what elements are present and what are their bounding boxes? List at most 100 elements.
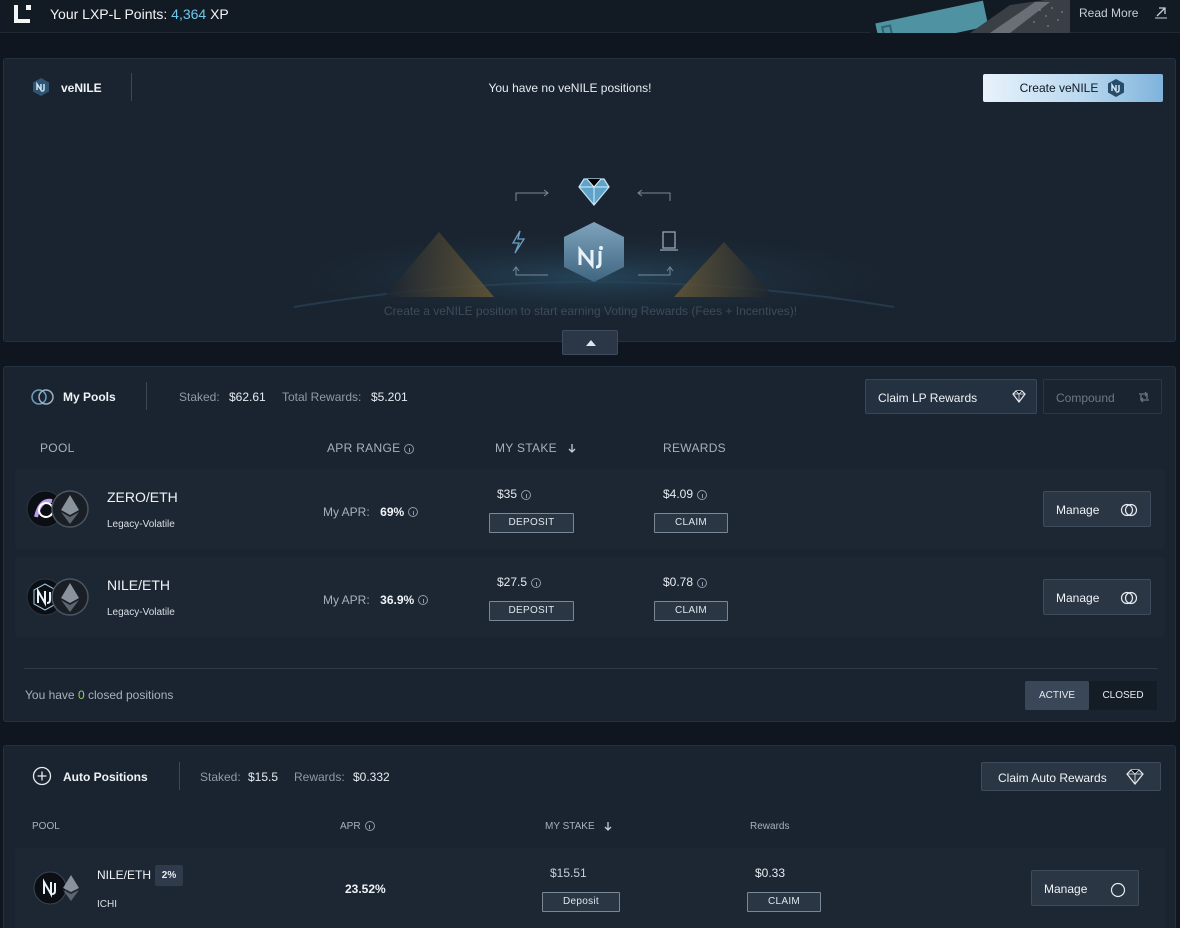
apr-value: 36.9%	[380, 593, 415, 607]
points-unit: XP	[210, 6, 229, 22]
rewards-value: $4.09	[663, 487, 694, 501]
points-value: 4,364	[171, 6, 207, 22]
venile-hint-text: Create a veNILE position to start earnin…	[383, 304, 798, 318]
manage-button[interactable]: Manage	[1031, 870, 1139, 906]
info-icon[interactable]	[697, 489, 708, 500]
manage-button[interactable]: Manage	[1043, 579, 1151, 615]
claim-button[interactable]: CLAIM	[654, 601, 728, 621]
claim-button[interactable]: CLAIM	[654, 513, 728, 533]
read-more-link[interactable]: Read More	[1079, 6, 1138, 20]
pool-name[interactable]: NILE/ETH	[107, 577, 170, 593]
toggle-circles-icon	[30, 388, 56, 406]
auto-rewards-label: Rewards:	[294, 770, 345, 784]
compound-button[interactable]: Compound	[1043, 379, 1162, 414]
manage-label: Manage	[1044, 882, 1088, 896]
closed-prefix: You have	[25, 688, 75, 702]
diamond-icon	[578, 178, 610, 207]
linea-lxp-banner-icon	[870, 0, 1070, 33]
column-my-stake[interactable]: MY STAKE	[545, 821, 613, 832]
auto-staked-value: $15.5	[248, 770, 279, 784]
provider-label: ICHI	[97, 899, 117, 910]
apr-cell: My APR: 69%	[323, 503, 419, 521]
column-apr: APR	[340, 821, 375, 832]
stake-value: $15.51	[550, 866, 587, 880]
pool-name[interactable]: NILE/ETH	[97, 868, 151, 882]
venile-illustration	[254, 117, 934, 317]
info-icon[interactable]	[364, 821, 375, 832]
top-bar: Your LXP-L Points: 4,364 XP Read More	[0, 0, 1180, 33]
staked-label: Staked:	[179, 390, 220, 404]
divider	[146, 382, 147, 410]
deposit-button[interactable]: Deposit	[542, 892, 620, 912]
claim-lp-rewards-button[interactable]: Claim LP Rewards	[865, 379, 1037, 414]
column-rewards: REWARDS	[663, 441, 726, 455]
linea-logo-icon[interactable]	[12, 3, 34, 25]
divider	[24, 668, 1158, 669]
nile-badge-icon	[1106, 78, 1126, 98]
stake-cell: $35	[497, 487, 532, 501]
sort-down-arrow-icon	[604, 822, 612, 831]
my-pools-card: My Pools Staked: $62.61 Total Rewards: $…	[3, 366, 1176, 722]
compound-label: Compound	[1056, 391, 1115, 405]
tab-closed[interactable]: CLOSED	[1089, 681, 1157, 710]
chevron-up-icon	[586, 340, 596, 346]
pool-type: Legacy-Volatile	[107, 607, 175, 618]
rewards-value: $0.33	[755, 866, 786, 880]
venile-card: veNILE You have no veNILE positions! Cre…	[3, 58, 1176, 342]
info-icon[interactable]	[521, 489, 532, 500]
info-icon[interactable]	[697, 577, 708, 588]
auto-staked-label: Staked:	[200, 770, 241, 784]
info-icon[interactable]	[418, 594, 429, 605]
column-my-stake[interactable]: MY STAKE	[495, 441, 577, 455]
stake-value: $35	[497, 487, 518, 501]
diamond-icon	[1012, 390, 1026, 403]
column-my-stake-label: MY STAKE	[545, 821, 595, 833]
column-apr-range: APR RANGE	[327, 441, 415, 455]
info-icon[interactable]	[404, 443, 415, 454]
column-pool: POOL	[32, 821, 60, 832]
table-row: ZERO/ETH Legacy-Volatile My APR: 69% $35…	[15, 469, 1165, 549]
manage-button[interactable]: Manage	[1043, 491, 1151, 527]
column-apr-range-label: APR RANGE	[327, 441, 401, 455]
collapse-button[interactable]	[562, 330, 618, 355]
apr-label: My APR:	[323, 593, 370, 607]
deposit-button[interactable]: DEPOSIT	[489, 601, 574, 621]
claim-auto-rewards-button[interactable]: Claim Auto Rewards	[981, 762, 1161, 791]
points-label: Your LXP-L Points:	[50, 6, 168, 22]
external-arrow-icon[interactable]	[1154, 5, 1168, 19]
divider	[179, 762, 180, 790]
pair-token-icons	[26, 577, 96, 617]
column-pool: POOL	[40, 441, 75, 455]
plus-circle-icon[interactable]	[32, 766, 52, 786]
apr-value: 69%	[380, 505, 405, 519]
stake-value: $27.5	[497, 575, 528, 589]
auto-positions-title: Auto Positions	[63, 770, 148, 784]
deposit-button[interactable]: DEPOSIT	[489, 513, 574, 533]
closed-count: 0	[77, 688, 85, 702]
rewards-value: $0.78	[663, 575, 694, 589]
refresh-square-icon	[1139, 391, 1149, 403]
closed-positions-text: You have 0 closed positions	[25, 688, 173, 702]
create-venile-button[interactable]: Create veNILE	[983, 74, 1163, 102]
apr-label: My APR:	[323, 505, 370, 519]
apr-value: 23.52%	[345, 882, 386, 896]
diamond-icon	[1126, 769, 1144, 785]
auto-rewards-value: $0.332	[353, 770, 390, 784]
total-rewards-label: Total Rewards:	[282, 390, 362, 404]
info-icon[interactable]	[408, 506, 419, 517]
total-rewards-value: $5.201	[371, 390, 408, 404]
rewards-cell: $0.78	[663, 575, 708, 589]
info-icon[interactable]	[531, 577, 542, 588]
fee-badge: 2%	[155, 865, 183, 886]
claim-lp-label: Claim LP Rewards	[878, 391, 978, 405]
circle-icon	[1110, 882, 1126, 898]
lxp-points-label: Your LXP-L Points: 4,364 XP	[50, 6, 229, 22]
pair-token-icons	[26, 489, 96, 529]
venile-empty-message: You have no veNILE positions!	[488, 81, 652, 95]
claim-button[interactable]: CLAIM	[747, 892, 821, 912]
pool-name[interactable]: ZERO/ETH	[107, 489, 178, 505]
column-my-stake-label: MY STAKE	[495, 441, 557, 455]
manage-label: Manage	[1056, 591, 1100, 605]
tab-active[interactable]: ACTIVE	[1025, 681, 1089, 710]
create-venile-label: Create veNILE	[1019, 81, 1099, 95]
